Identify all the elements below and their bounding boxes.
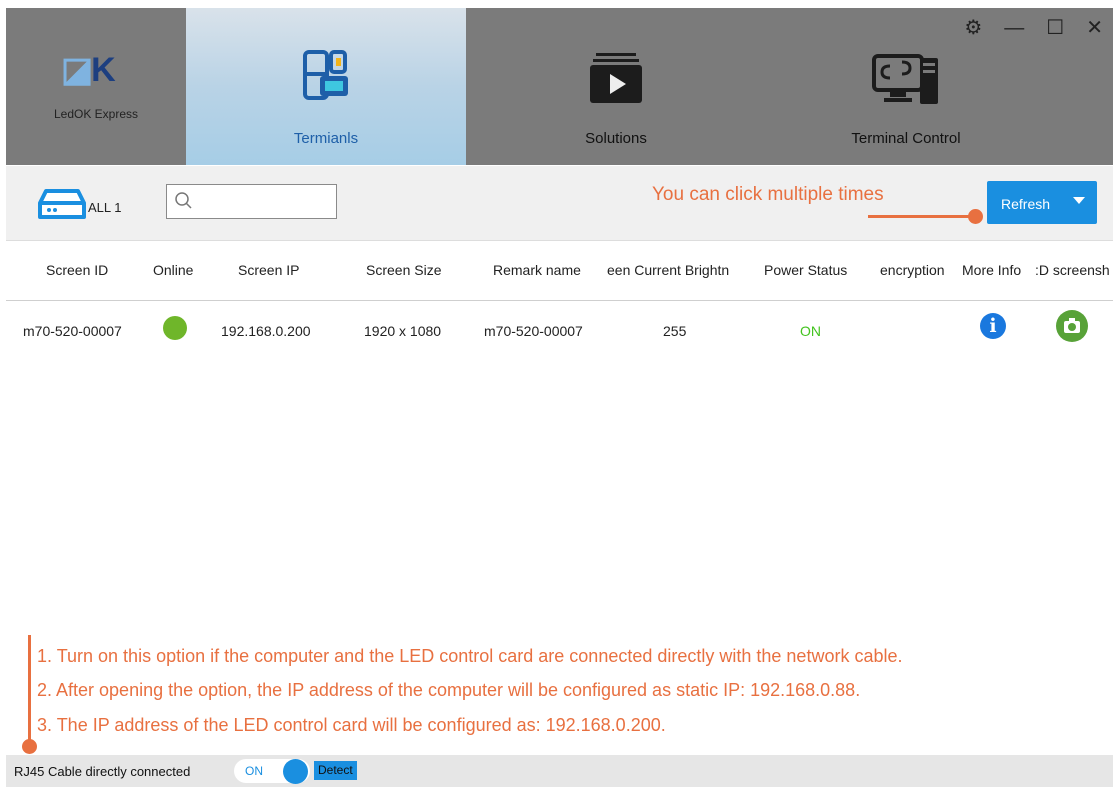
tab-solutions[interactable]: Solutions: [476, 8, 756, 165]
device-icon: [38, 189, 86, 219]
refresh-button[interactable]: Refresh: [987, 181, 1097, 224]
info-icon[interactable]: i: [980, 313, 1006, 339]
cell-brightness: 255: [663, 323, 687, 339]
table-header: Screen ID Online Screen IP Screen Size R…: [6, 241, 1113, 301]
note-2: 2. After opening the option, the IP addr…: [37, 680, 861, 700]
cell-screen-ip: 192.168.0.200: [221, 323, 311, 339]
annotation-bar: [28, 635, 31, 748]
settings-icon[interactable]: ⚙: [964, 18, 982, 38]
header-power-status[interactable]: Power Status: [764, 262, 847, 278]
terminals-icon: [303, 50, 348, 100]
toolbar: ALL 1 You can click multiple times Refre…: [6, 166, 1113, 241]
tab-terminals[interactable]: Termianls: [186, 8, 466, 165]
maximize-icon[interactable]: ☐: [1046, 18, 1064, 38]
header-screen-ip[interactable]: Screen IP: [238, 262, 299, 278]
rj45-toggle[interactable]: ON: [234, 759, 310, 784]
tab-terminal-control-label: Terminal Control: [851, 130, 961, 147]
terminal-control-icon: [872, 54, 938, 104]
close-icon[interactable]: ✕: [1086, 18, 1103, 38]
camera-glyph: [1064, 318, 1080, 333]
header-screen-id[interactable]: Screen ID: [46, 262, 108, 278]
header-online[interactable]: Online: [153, 262, 193, 278]
logo-mark: ◪K: [61, 51, 116, 89]
header-screenshot[interactable]: :D screensh: [1035, 262, 1110, 278]
toggle-knob[interactable]: [283, 759, 308, 784]
status-bar: RJ45 Cable directly connected ON Detect: [6, 755, 1113, 787]
app-window: ◪K LedOK Express Termianls Solutions Ter…: [6, 8, 1113, 787]
rj45-label: RJ45 Cable directly connected: [14, 764, 191, 779]
detect-button[interactable]: Detect: [314, 761, 357, 780]
tab-solutions-label: Solutions: [585, 130, 647, 147]
refresh-label: Refresh: [1001, 196, 1051, 212]
cell-remark-name: m70-520-00007: [484, 323, 583, 339]
annotation-dot: [968, 209, 983, 224]
note-1: 1. Turn on this option if the computer a…: [37, 646, 903, 666]
cell-power-status: ON: [800, 323, 821, 339]
logo-block: ◪K LedOK Express: [6, 8, 186, 165]
camera-icon[interactable]: [1056, 310, 1088, 342]
online-status-icon: [163, 316, 187, 340]
note-3: 3. The IP address of the LED control car…: [37, 715, 666, 735]
minimize-icon[interactable]: —: [1004, 18, 1024, 38]
all-count-label: ALL 1: [88, 200, 122, 215]
search-input[interactable]: [166, 184, 337, 219]
header-more-info[interactable]: More Info: [962, 262, 1021, 278]
annotation-line: [868, 215, 976, 218]
cell-screen-size: 1920 x 1080: [364, 323, 442, 339]
toggle-label: ON: [245, 764, 263, 778]
annotation-refresh: You can click multiple times: [652, 184, 884, 205]
table-row[interactable]: m70-520-00007 192.168.0.200 1920 x 1080 …: [6, 301, 1113, 359]
chevron-down-icon[interactable]: [1073, 197, 1085, 204]
cell-screen-id: m70-520-00007: [23, 323, 122, 339]
annotation-dot-bottom: [22, 739, 37, 754]
header-remark-name[interactable]: Remark name: [493, 262, 581, 278]
search-icon: [175, 192, 192, 209]
logo-text: LedOK Express: [53, 107, 139, 121]
tab-terminals-label: Termianls: [293, 130, 359, 147]
header-screen-size[interactable]: Screen Size: [366, 262, 441, 278]
header-brightness[interactable]: een Current Brightn: [607, 262, 729, 278]
top-navigation: ◪K LedOK Express Termianls Solutions Ter…: [6, 8, 1113, 165]
solutions-icon: [590, 53, 642, 103]
header-encryption[interactable]: encryption: [880, 262, 945, 278]
window-controls: ⚙ — ☐ ✕: [964, 18, 1103, 38]
